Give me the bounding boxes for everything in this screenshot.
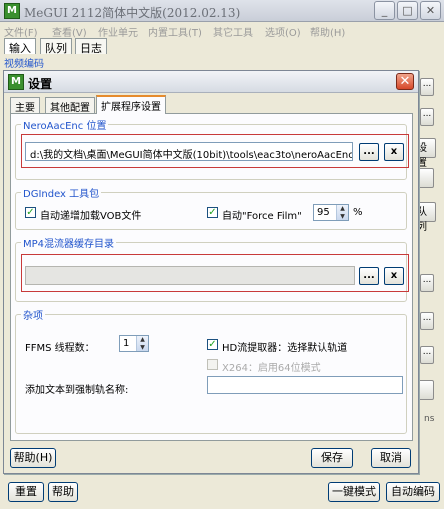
dialog-title: 设置 [28,77,53,91]
partial-queue-button[interactable]: 队列 [416,202,436,233]
auto-encode-button[interactable]: 自动编码 [386,482,440,502]
auto-force-film-label: 自动"Force Film" [222,211,302,222]
dialog-app-icon: M [8,74,24,90]
partial-browse-button-2[interactable]: ... [420,108,434,126]
tab-main[interactable]: 主要 [10,97,40,114]
mp4-cache-path-input[interactable] [25,266,355,285]
main-window-title: MeGUI 2112简体中文版(2012.02.13) [24,6,241,20]
neroaacenc-browse-button[interactable]: ... [359,143,379,161]
close-icon[interactable]: ✕ [420,1,441,20]
partial-browse-button-1[interactable]: ... [420,78,434,96]
misc-group [15,314,407,434]
menu-jobs[interactable]: 作业单元 [98,24,138,39]
dialog-save-button[interactable]: 保存 [311,448,353,468]
neroaacenc-path-input[interactable]: d:\我的文档\桌面\MeGUI简体中文版(10bit)\tools\eac3t… [25,142,353,161]
extensions-panel: NeroAacEnc 位置 d:\我的文档\桌面\MeGUI简体中文版(10bi… [10,113,413,441]
mp4-cache-group-title: MP4混流器缓存目录 [21,235,117,250]
ffms-threads-value: 1 [123,338,130,349]
dgindex-group-title: DGIndex 工具包 [21,185,102,200]
main-help-button[interactable]: 帮助 [48,482,78,502]
menu-options[interactable]: 选项(O) [265,24,301,39]
spinner-arrows-icon[interactable]: ▲ ▼ [136,336,148,351]
menu-file[interactable]: 文件(F) [4,24,38,39]
neroaacenc-group-title: NeroAacEnc 位置 [21,117,109,132]
neroaacenc-clear-button[interactable]: x [384,143,404,161]
force-film-spinner[interactable]: 95 ▲ ▼ [313,204,349,221]
mp4-cache-browse-button[interactable]: ... [359,267,379,285]
app-logo-icon: M [4,3,20,19]
dialog-help-button[interactable]: 帮助(H) [10,448,56,468]
ffms-threads-spinner[interactable]: 1 ▲ ▼ [119,335,149,352]
menu-other-tools[interactable]: 其它工具 [213,24,253,39]
x264-64bit-checkbox[interactable] [207,359,218,370]
menu-help[interactable]: 帮助(H) [310,24,345,39]
tab-other-config[interactable]: 其他配置 [45,97,95,114]
auto-load-vob-label: 自动递增加载VOB文件 [40,211,142,222]
main-menubar: 文件(F) 查看(V) 作业单元 内置工具(T) 其它工具 选项(O) 帮助(H… [0,22,444,39]
auto-load-vob-checkbox[interactable]: ✓ [25,207,36,218]
main-tab-log[interactable]: 日志 [75,38,107,55]
one-click-mode-button[interactable]: 一键模式 [328,482,380,502]
ffms-threads-label: FFMS 线程数： [25,343,95,354]
settings-dialog: M 设置 ✕ 主要 其他配置 扩展程序设置 NeroAacEnc 位置 d:\我… [3,70,419,474]
misc-group-title: 杂项 [21,307,45,322]
mp4-cache-clear-button[interactable]: x [384,267,404,285]
dialog-titlebar: M 设置 ✕ [4,71,418,93]
force-film-value: 95 [317,207,330,218]
partial-browse-button-3[interactable]: ... [420,274,434,292]
reset-button[interactable]: 重置 [8,482,44,502]
main-tab-queue[interactable]: 队列 [40,38,72,55]
partial-settings-button[interactable]: 设置 [416,138,436,169]
partial-browse-button-4[interactable]: ... [420,312,434,330]
append-text-input[interactable] [207,376,403,394]
minimize-icon[interactable]: _ [374,1,395,20]
partial-blank-button[interactable] [418,168,434,188]
dialog-cancel-button[interactable]: 取消 [371,448,411,468]
menu-view[interactable]: 查看(V) [52,24,87,39]
hd-stream-default-checkbox[interactable]: ✓ [207,339,218,350]
main-titlebar: M MeGUI 2112简体中文版(2012.02.13) _ □ ✕ [0,0,444,22]
partial-browse-button-5[interactable]: ... [420,346,434,364]
maximize-icon[interactable]: □ [397,1,418,20]
hd-stream-default-label: HD流提取器：选择默认轨道 [222,343,348,354]
main-tab-input[interactable]: 输入 [4,38,36,55]
section-video-encode: 视频编码 [4,59,44,70]
append-text-label: 添加文本到强制轨名称: [25,385,129,396]
menu-builtin-tools[interactable]: 内置工具(T) [148,24,202,39]
partial-label-ns: ns [424,414,435,424]
tab-extensions[interactable]: 扩展程序设置 [96,95,166,114]
spinner-arrows-icon[interactable]: ▲ ▼ [336,205,348,220]
auto-force-film-checkbox[interactable]: ✓ [207,207,218,218]
partial-blank-button-2[interactable] [418,380,434,400]
dialog-close-icon[interactable]: ✕ [396,73,414,90]
force-film-percent: % [353,207,363,218]
x264-64bit-label: X264：启用64位模式 [222,363,321,374]
